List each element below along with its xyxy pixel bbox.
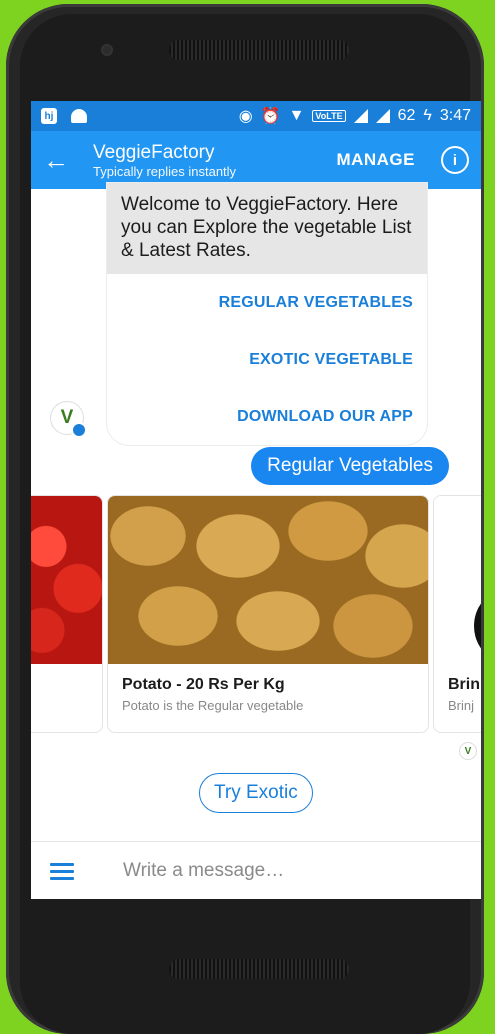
back-arrow-icon[interactable]: ← xyxy=(43,145,93,176)
messenger-badge-icon xyxy=(71,422,87,438)
menu-icon[interactable] xyxy=(50,859,74,884)
product-card-tomato[interactable] xyxy=(31,495,103,733)
status-bar: hj ◉ ⏰ ▼ VoLTE 62 ϟ 3:47 xyxy=(31,101,481,131)
signal-icon xyxy=(353,109,368,123)
product-title: Brin xyxy=(448,676,480,693)
product-title: Potato - 20 Rs Per Kg xyxy=(122,676,285,693)
bottom-speaker xyxy=(169,959,349,979)
download-app-button[interactable]: DOWNLOAD OUR APP xyxy=(107,388,427,445)
product-title xyxy=(31,664,102,680)
page-title: VeggieFactory xyxy=(93,141,215,163)
avatar: V xyxy=(50,401,87,438)
tomato-image xyxy=(31,496,102,664)
info-icon[interactable]: i xyxy=(441,146,469,174)
android-icon xyxy=(71,109,87,123)
message-composer xyxy=(31,841,481,899)
product-description: Potato is the Regular vegetable xyxy=(122,698,304,713)
charging-icon: ϟ xyxy=(423,107,432,124)
top-speaker xyxy=(169,40,349,60)
brinjal-image xyxy=(434,496,481,664)
battery-level: 62 xyxy=(397,107,416,124)
message-input[interactable] xyxy=(121,859,481,883)
welcome-text: Welcome to VeggieFactory. Here you can E… xyxy=(107,183,427,274)
welcome-card: Welcome to VeggieFactory. Here you can E… xyxy=(107,183,427,445)
hike-app-icon: hj xyxy=(41,108,57,124)
regular-vegetables-button[interactable]: REGULAR VEGETABLES xyxy=(107,274,427,331)
wifi-icon: ▼ xyxy=(288,107,305,124)
manage-button[interactable]: MANAGE xyxy=(336,150,415,170)
product-description: Brinj xyxy=(448,698,475,713)
clock: 3:47 xyxy=(439,107,471,124)
sync-icon: ◉ xyxy=(238,108,253,125)
page-subtitle: Typically replies instantly xyxy=(93,163,237,179)
app-header: ← VeggieFactory Typically replies instan… xyxy=(31,131,481,189)
product-card-potato[interactable]: Potato - 20 Rs Per Kg Potato is the Regu… xyxy=(107,495,429,733)
product-card-brinjal[interactable]: Brin Brinj xyxy=(433,495,481,733)
signal-icon-2 xyxy=(375,109,390,123)
front-camera xyxy=(101,44,113,56)
read-receipt-avatar: V xyxy=(459,742,477,760)
try-exotic-quick-reply[interactable]: Try Exotic xyxy=(199,773,313,813)
conversation-title-block[interactable]: VeggieFactory Typically replies instantl… xyxy=(93,142,336,179)
product-carousel[interactable]: Potato - 20 Rs Per Kg Potato is the Regu… xyxy=(31,495,481,733)
volte-badge: VoLTE xyxy=(312,110,346,122)
exotic-vegetable-button[interactable]: EXOTIC VEGETABLE xyxy=(107,331,427,388)
phone-screen: hj ◉ ⏰ ▼ VoLTE 62 ϟ 3:47 ← VeggieFactory… xyxy=(31,101,481,899)
potato-image xyxy=(108,496,428,664)
alarm-icon: ⏰ xyxy=(260,108,281,125)
user-message-bubble: Regular Vegetables xyxy=(251,447,449,485)
chat-area[interactable]: Welcome to VeggieFactory. Here you can E… xyxy=(31,183,481,841)
